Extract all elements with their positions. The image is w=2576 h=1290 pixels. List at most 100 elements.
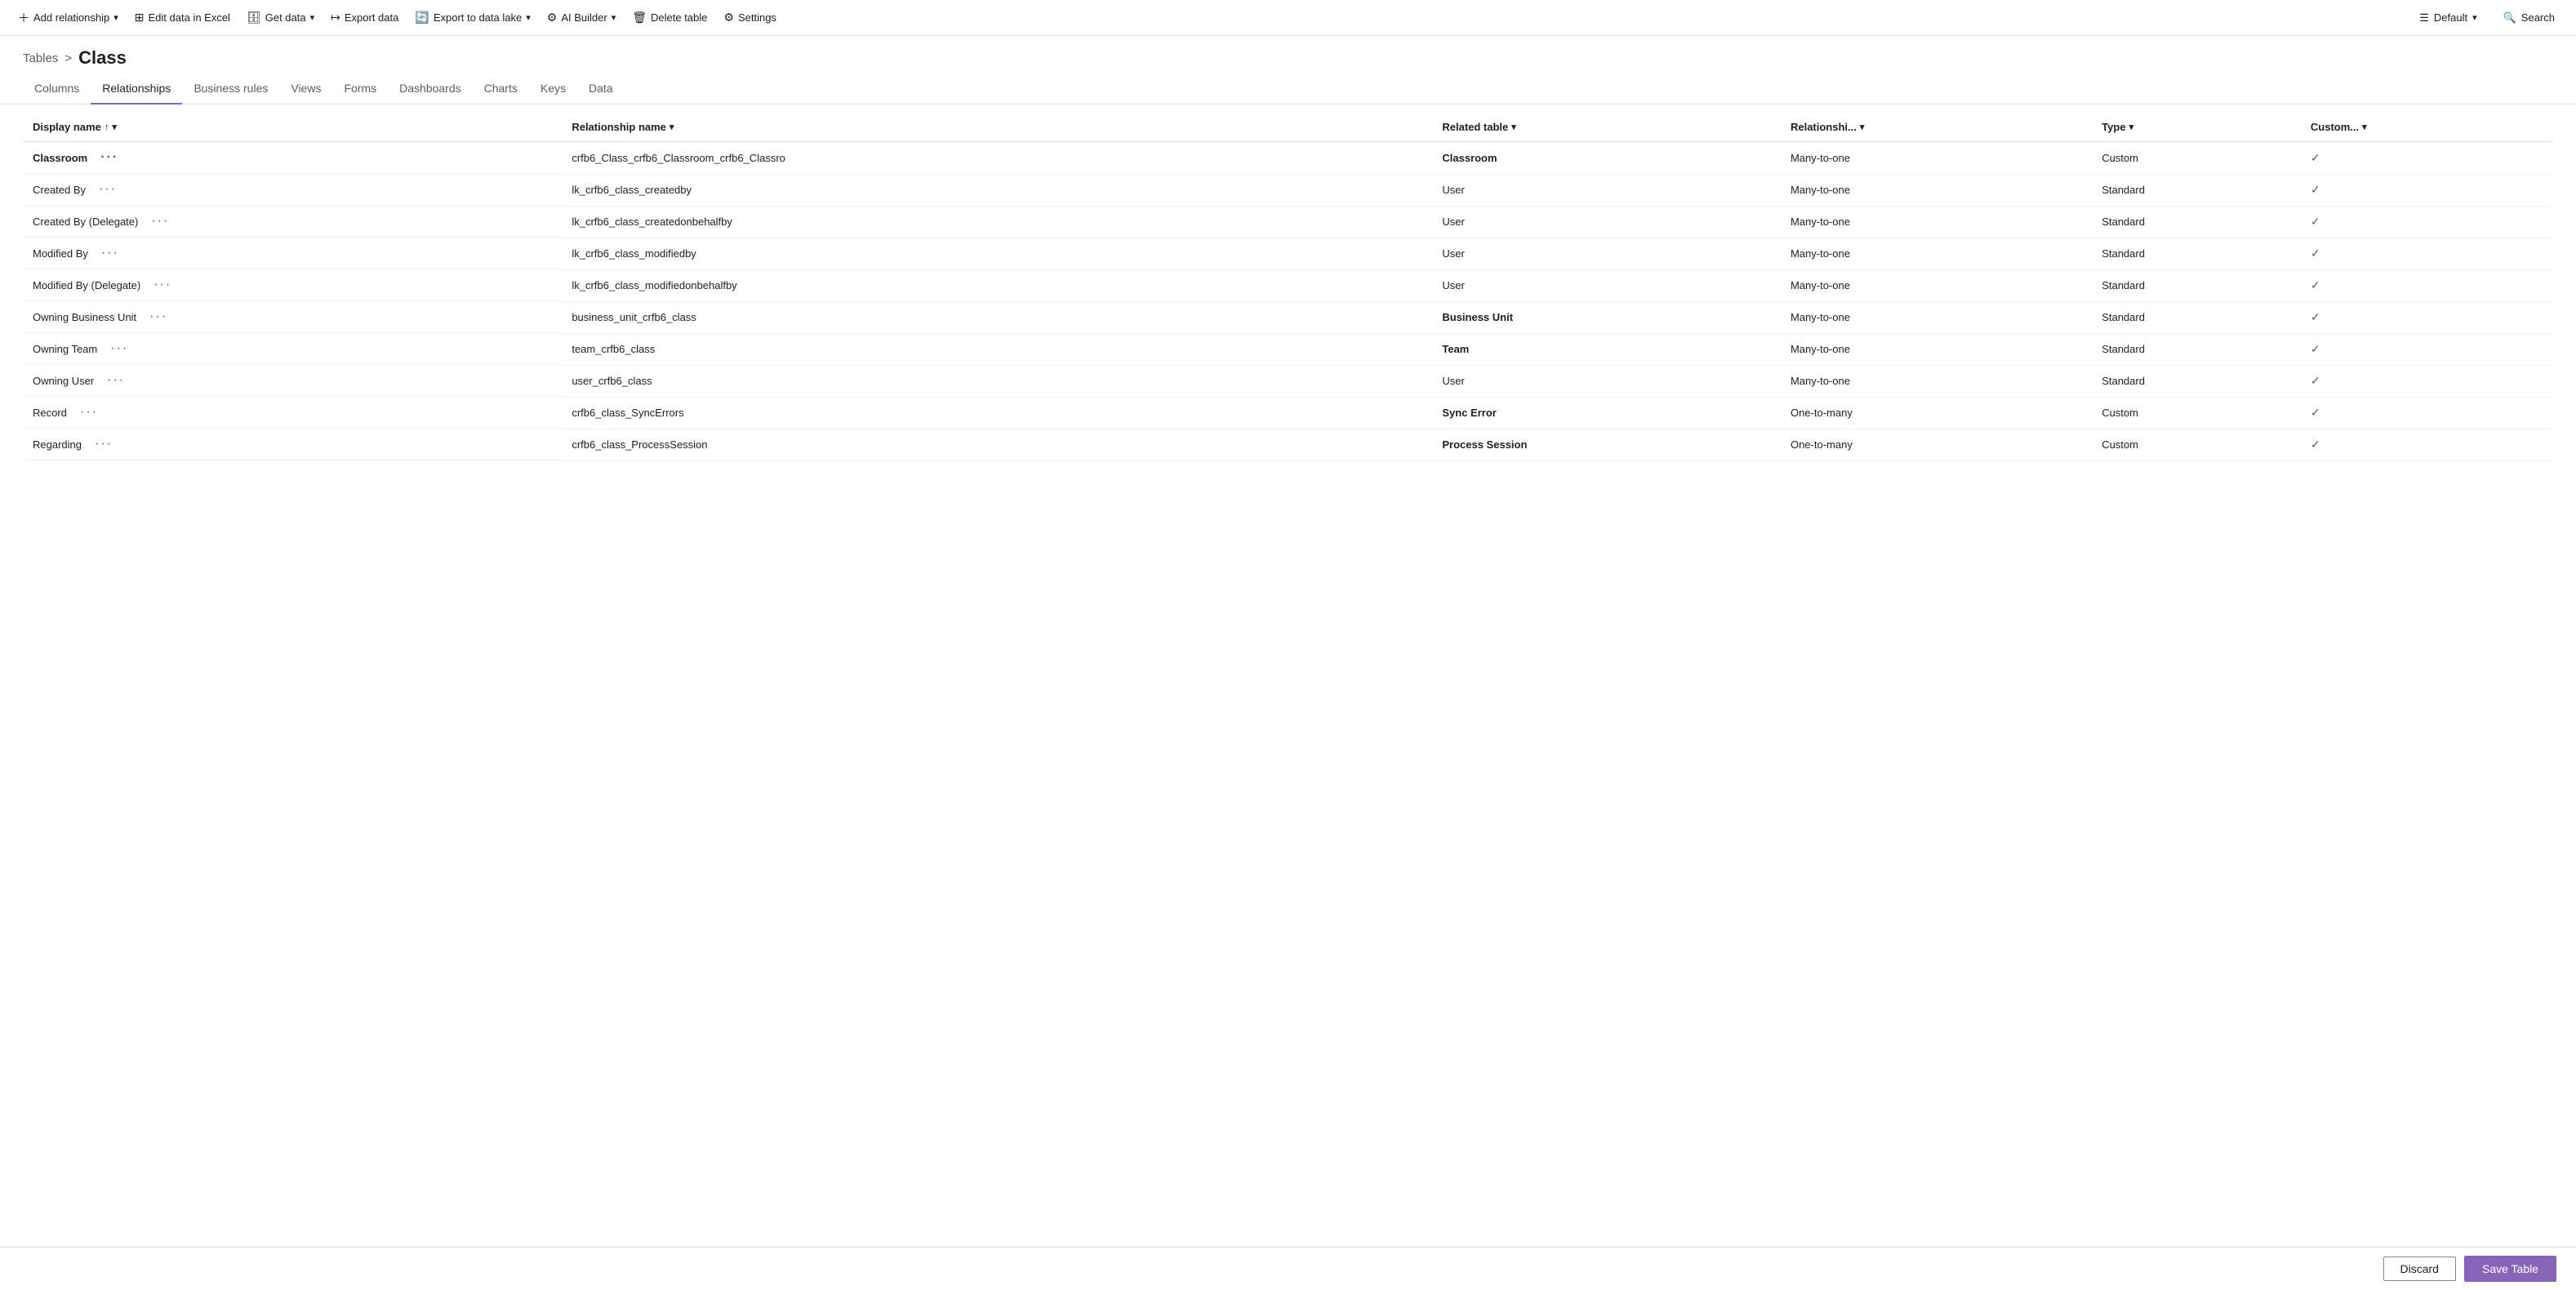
breadcrumb-tables-link[interactable]: Tables <box>23 51 58 65</box>
sort-asc-icon: ↑ <box>105 122 109 132</box>
ai-builder-button[interactable]: ⚙ AI Builder ▾ <box>539 0 624 36</box>
col-header-custom[interactable]: Custom... ▾ <box>2301 113 2553 142</box>
export-lake-button[interactable]: 🔄 Export to data lake ▾ <box>407 0 538 36</box>
related-table-value: User <box>1432 174 1781 206</box>
custom-value: ✓ <box>2301 238 2553 269</box>
relationship-type-value: Many-to-one <box>1781 365 2092 397</box>
type-value: Custom <box>2092 397 2301 429</box>
custom-value: ✓ <box>2301 365 2553 397</box>
get-data-button[interactable]: 🗄 Get data ▾ <box>238 0 323 36</box>
row-context-menu[interactable]: ··· <box>98 246 122 260</box>
tab-views[interactable]: Views <box>279 73 332 105</box>
display-name-value: Record <box>33 407 67 419</box>
settings-button[interactable]: ⚙ Settings <box>715 0 785 36</box>
related-table-value: User <box>1432 269 1781 301</box>
row-context-menu[interactable]: ··· <box>97 150 122 165</box>
checkmark-icon: ✓ <box>2311 438 2320 451</box>
col-header-rel-name[interactable]: Relationship name ▾ <box>562 113 1432 142</box>
row-context-menu[interactable]: ··· <box>107 341 131 356</box>
tabs-bar: Columns Relationships Business rules Vie… <box>0 73 2576 105</box>
col-header-related-table[interactable]: Related table ▾ <box>1432 113 1781 142</box>
checkmark-icon: ✓ <box>2311 310 2320 323</box>
row-context-menu[interactable]: ··· <box>150 278 175 292</box>
list-icon: ☰ <box>2419 11 2429 24</box>
related-table-value: User <box>1432 238 1781 269</box>
main-content: Display name ↑ ▾ Relationship name ▾ Rel… <box>0 105 2576 1290</box>
related-table-value: Process Session <box>1432 429 1781 460</box>
table-header-row: Display name ↑ ▾ Relationship name ▾ Rel… <box>23 113 2553 142</box>
relationship-filter-icon: ▾ <box>1860 122 1865 132</box>
row-context-menu[interactable]: ··· <box>77 405 101 420</box>
tab-dashboards[interactable]: Dashboards <box>388 73 473 105</box>
table-row: Regarding···crfb6_class_ProcessSessionPr… <box>23 429 2553 460</box>
table-row: Record···crfb6_class_SyncErrorsSync Erro… <box>23 397 2553 429</box>
checkmark-icon: ✓ <box>2311 374 2320 387</box>
edit-excel-button[interactable]: ⊞ Edit data in Excel <box>127 0 238 36</box>
tab-charts[interactable]: Charts <box>473 73 529 105</box>
breadcrumb-separator: > <box>65 51 72 65</box>
relationship-type-value: Many-to-one <box>1781 238 2092 269</box>
tab-relationships[interactable]: Relationships <box>91 73 182 105</box>
custom-value: ✓ <box>2301 301 2553 333</box>
rel-name-value: crfb6_Class_crfb6_Classroom_crfb6_Classr… <box>562 142 1432 175</box>
relationship-type-value: Many-to-one <box>1781 333 2092 365</box>
table-row: Owning Team···team_crfb6_classTeamMany-t… <box>23 333 2553 365</box>
default-button[interactable]: ☰ Default ▾ <box>2411 0 2485 36</box>
related-table-value: Business Unit <box>1432 301 1781 333</box>
custom-filter-icon: ▾ <box>2362 122 2367 132</box>
related-table-value: Classroom <box>1432 142 1781 175</box>
breadcrumb: Tables > Class <box>0 36 2576 69</box>
tab-keys[interactable]: Keys <box>529 73 577 105</box>
row-context-menu[interactable]: ··· <box>148 214 172 229</box>
checkmark-icon: ✓ <box>2311 406 2320 419</box>
col-header-display-name[interactable]: Display name ↑ ▾ <box>23 113 562 142</box>
display-name-value: Created By (Delegate) <box>33 216 138 228</box>
row-context-menu[interactable]: ··· <box>104 373 128 388</box>
delete-table-button[interactable]: 🗑 Delete table <box>624 0 715 36</box>
toolbar: ＋ Add relationship ▾ ⊞ Edit data in Exce… <box>0 0 2576 36</box>
rel-name-value: business_unit_crfb6_class <box>562 301 1432 333</box>
col-header-relationship[interactable]: Relationshi... ▾ <box>1781 113 2092 142</box>
discard-button[interactable]: Discard <box>2383 1257 2456 1281</box>
footer: Discard Save Table <box>0 1247 2576 1290</box>
row-context-menu[interactable]: ··· <box>146 309 171 324</box>
checkmark-icon: ✓ <box>2311 215 2320 228</box>
rel-name-value: lk_crfb6_class_createdby <box>562 174 1432 206</box>
rel-name-value: crfb6_class_ProcessSession <box>562 429 1432 460</box>
add-relationship-chevron: ▾ <box>113 12 118 23</box>
relationship-type-value: One-to-many <box>1781 429 2092 460</box>
checkmark-icon: ✓ <box>2311 151 2320 164</box>
rel-name-value: user_crfb6_class <box>562 365 1432 397</box>
tab-forms[interactable]: Forms <box>332 73 388 105</box>
custom-value: ✓ <box>2301 142 2553 175</box>
related-table-value: User <box>1432 365 1781 397</box>
tab-columns[interactable]: Columns <box>23 73 91 105</box>
plus-icon: ＋ <box>18 10 29 26</box>
relationship-type-value: Many-to-one <box>1781 142 2092 175</box>
display-name-value: Owning Team <box>33 343 97 355</box>
relationship-type-value: Many-to-one <box>1781 301 2092 333</box>
table-row: Modified By···lk_crfb6_class_modifiedbyU… <box>23 238 2553 269</box>
default-chevron: ▾ <box>2472 12 2477 23</box>
export-data-button[interactable]: ↦ Export data <box>323 0 407 36</box>
export-icon: ↦ <box>331 11 340 24</box>
add-relationship-button[interactable]: ＋ Add relationship ▾ <box>10 0 127 36</box>
type-value: Standard <box>2092 301 2301 333</box>
search-button[interactable]: 🔍 Search <box>2492 0 2566 36</box>
relationship-type-value: Many-to-one <box>1781 206 2092 238</box>
save-table-button[interactable]: Save Table <box>2464 1256 2556 1282</box>
col-header-type[interactable]: Type ▾ <box>2092 113 2301 142</box>
rel-name-filter-icon: ▾ <box>670 122 674 132</box>
checkmark-icon: ✓ <box>2311 183 2320 196</box>
custom-value: ✓ <box>2301 429 2553 460</box>
type-value: Custom <box>2092 429 2301 460</box>
tab-data[interactable]: Data <box>577 73 625 105</box>
type-value: Standard <box>2092 206 2301 238</box>
get-data-chevron: ▾ <box>310 12 315 23</box>
table-row: Created By (Delegate)···lk_crfb6_class_c… <box>23 206 2553 238</box>
custom-value: ✓ <box>2301 269 2553 301</box>
relationship-type-value: Many-to-one <box>1781 269 2092 301</box>
row-context-menu[interactable]: ··· <box>91 437 116 452</box>
row-context-menu[interactable]: ··· <box>96 182 120 197</box>
tab-business-rules[interactable]: Business rules <box>182 73 279 105</box>
